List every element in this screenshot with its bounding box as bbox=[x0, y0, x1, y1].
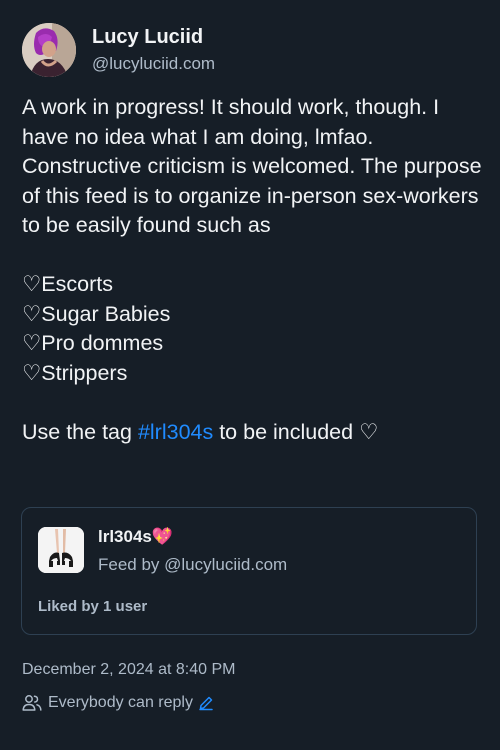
heart-icon: ♡ bbox=[22, 272, 42, 297]
list-item: ♡Sugar Babies bbox=[22, 301, 171, 327]
list-item-label: Escorts bbox=[41, 272, 113, 296]
list-item-label: Sugar Babies bbox=[41, 301, 171, 326]
list-item-label: Pro dommes bbox=[41, 331, 164, 355]
reply-setting-button[interactable]: Everybody can reply bbox=[22, 691, 214, 715]
list-item: ♡Strippers bbox=[22, 360, 128, 386]
author-display-name[interactable]: Lucy Luciid bbox=[92, 24, 215, 50]
post-thread: Lucy Luciid @lucyluciid.com A work in pr… bbox=[0, 0, 500, 750]
author-handle[interactable]: @lucyluciid.com bbox=[92, 52, 215, 76]
tag-suffix-text: to be included ♡ bbox=[213, 419, 379, 444]
reply-setting-label: Everybody can reply bbox=[48, 694, 193, 711]
hashtag-link[interactable]: #lrl304s bbox=[138, 420, 213, 444]
people-icon bbox=[22, 695, 42, 711]
post-intro-text: A work in progress! It should work, thou… bbox=[22, 95, 488, 237]
user-avatar-photo-icon bbox=[22, 23, 76, 77]
feed-thumbnail bbox=[38, 527, 84, 573]
user-avatar[interactable] bbox=[22, 23, 76, 77]
embedded-feed-card[interactable]: lrl304s💖 Feed by @lucyluciid.com Liked b… bbox=[21, 507, 477, 635]
feed-like-count: Liked by 1 user bbox=[38, 598, 148, 615]
post-author: Lucy Luciid @lucyluciid.com bbox=[22, 22, 215, 78]
list-item: ♡Pro dommes bbox=[22, 331, 164, 356]
heart-icon: ♡ bbox=[22, 301, 42, 327]
heart-icon: ♡ bbox=[22, 360, 42, 386]
author-text: Lucy Luciid @lucyluciid.com bbox=[92, 24, 215, 76]
list-item-label: Strippers bbox=[41, 360, 128, 385]
heart-icon: ♡ bbox=[22, 331, 42, 356]
list-item: ♡Escorts bbox=[22, 272, 113, 297]
high-heels-photo-icon bbox=[38, 527, 84, 573]
feed-name: lrl304s💖 bbox=[98, 527, 174, 546]
post-body: A work in progress! It should work, thou… bbox=[22, 93, 484, 447]
pencil-icon bbox=[199, 696, 213, 711]
post-timestamp: December 2, 2024 at 8:40 PM bbox=[22, 661, 236, 678]
tag-prefix-text: Use the tag bbox=[22, 419, 138, 444]
feed-byline: Feed by @lucyluciid.com bbox=[98, 555, 288, 574]
